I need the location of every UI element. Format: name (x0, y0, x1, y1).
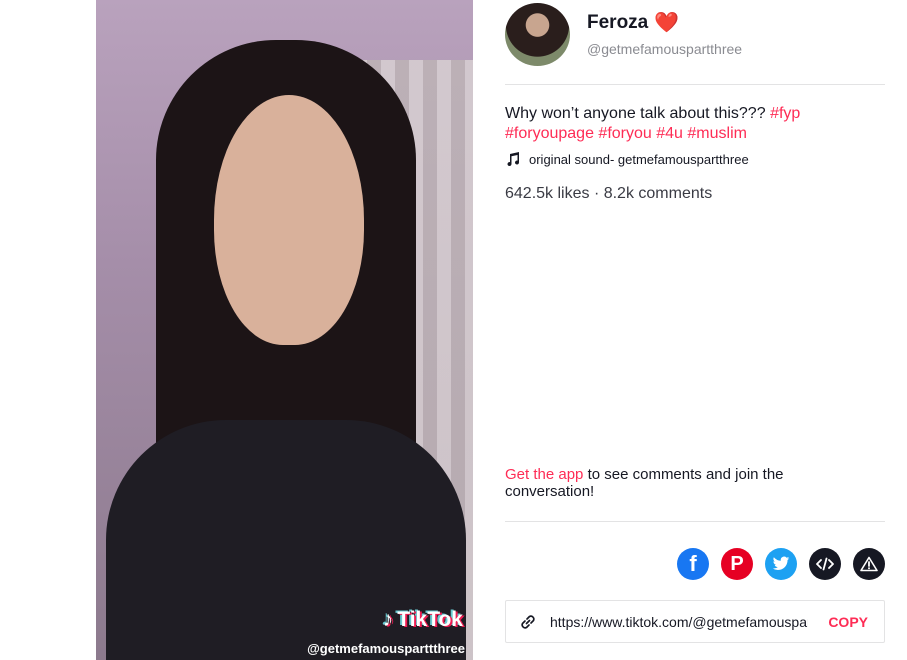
hashtag-muslim[interactable]: #muslim (687, 125, 747, 142)
caption-text: Why won’t anyone talk about this??? (505, 105, 766, 122)
copy-link-box: COPY (505, 600, 885, 643)
pinterest-icon[interactable]: P (721, 548, 753, 580)
video-subject-face (214, 95, 364, 345)
music-note-icon (507, 152, 520, 167)
watermark-username: @getmefamousparttthree (307, 641, 465, 656)
hashtag-fyp[interactable]: #fyp (770, 105, 800, 122)
hashtag-foryou[interactable]: #foryou (598, 125, 651, 142)
author-username[interactable]: @getmefamouspartthree (587, 41, 742, 57)
music-link[interactable]: original sound- getmefamouspartthree (505, 151, 749, 167)
get-app-prompt: Get the app to see comments and join the… (505, 466, 825, 500)
divider (505, 84, 885, 85)
report-icon[interactable] (853, 548, 885, 580)
share-buttons: f P (677, 548, 885, 580)
twitter-icon[interactable] (765, 548, 797, 580)
hashtag-4u[interactable]: #4u (656, 125, 683, 142)
avatar[interactable] (505, 3, 570, 66)
embed-icon[interactable] (809, 548, 841, 580)
get-app-link[interactable]: Get the app (505, 466, 583, 483)
share-url-field[interactable] (550, 613, 808, 630)
video-player[interactable]: ♪ TikTok @getmefamousparttthree (96, 0, 473, 660)
video-info-panel: Feroza ❤️ @getmefamouspartthree Why won’… (505, 0, 885, 660)
tiktok-logo-icon: ♪ (382, 608, 394, 631)
facebook-icon[interactable]: f (677, 548, 709, 580)
link-icon (521, 614, 535, 629)
music-label: original sound- getmefamouspartthree (529, 151, 749, 167)
author-nickname-text: Feroza (587, 11, 649, 33)
video-caption: Why won’t anyone talk about this??? #fyp… (505, 104, 875, 144)
copy-button[interactable]: COPY (828, 614, 868, 630)
tiktok-watermark: ♪ TikTok (383, 608, 463, 632)
hashtag-foryoupage[interactable]: #foryoupage (505, 125, 594, 142)
divider (505, 521, 885, 522)
watermark-brand: TikTok (397, 608, 463, 631)
author-nickname[interactable]: Feroza ❤️ (587, 10, 679, 35)
heart-emoji: ❤️ (654, 12, 680, 34)
video-stats: 642.5k likes · 8.2k comments (505, 185, 713, 202)
